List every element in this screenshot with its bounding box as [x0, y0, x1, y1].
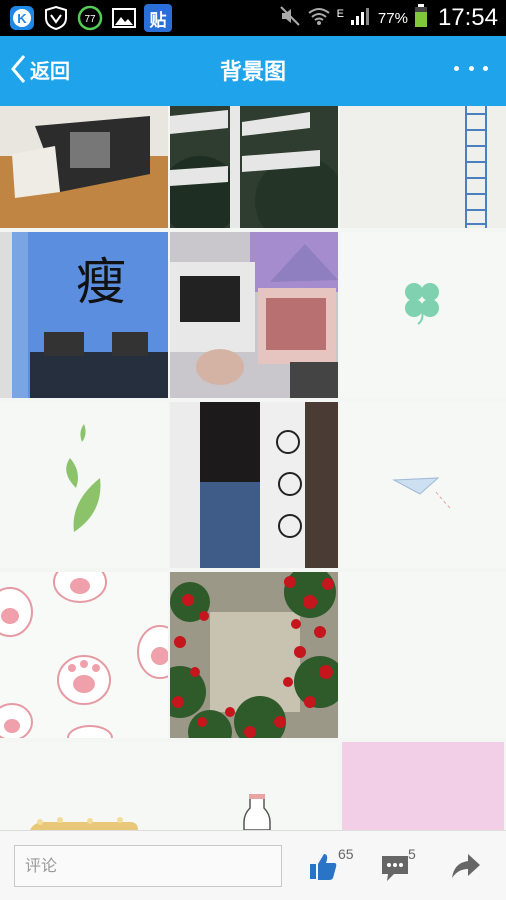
comment-bubble-icon: [382, 856, 408, 881]
like-button[interactable]: 65: [306, 845, 366, 887]
k-app-icon: K: [8, 4, 36, 32]
illustration-paper-plane[interactable]: [340, 402, 506, 568]
battery-percent: 77%: [377, 9, 408, 27]
photo-shou-character-building[interactable]: 瘦: [0, 232, 168, 398]
like-count: 65: [338, 846, 354, 862]
mute-icon: [279, 5, 301, 32]
illustration-cat-paws[interactable]: [0, 572, 168, 738]
photo-signposts-forest[interactable]: [170, 106, 338, 228]
illustration-pink-grid[interactable]: [342, 742, 504, 830]
illustration-falling-leaves[interactable]: [0, 402, 168, 568]
illustration-bottle-crumbs[interactable]: [0, 742, 338, 830]
image-grid: 瘦: [0, 106, 506, 830]
share-arrow-icon: [452, 854, 480, 878]
photo-postcards-laptop[interactable]: [170, 232, 338, 398]
more-icon[interactable]: [454, 56, 488, 80]
comment-input[interactable]: 评论: [14, 845, 282, 887]
clock: 17:54: [437, 4, 498, 31]
v-shield-icon: [42, 4, 70, 32]
tieba-icon-label: 贴: [149, 10, 167, 31]
comment-count: 5: [408, 846, 416, 862]
illustration-clover[interactable]: [340, 232, 506, 398]
network-type-label: E: [336, 7, 344, 20]
photo-sad-face-sleeve[interactable]: [170, 402, 338, 568]
comment-button[interactable]: 5: [378, 845, 424, 887]
svg-text:77: 77: [84, 14, 96, 25]
thumbs-up-icon: [310, 854, 337, 880]
signal-icon: [350, 6, 372, 31]
illustration-blank-mint[interactable]: [340, 572, 506, 738]
photo-red-roses-wall[interactable]: [170, 572, 338, 738]
wifi-icon: [307, 6, 331, 31]
photo-book-table[interactable]: [0, 106, 168, 228]
shou-character: 瘦: [76, 253, 126, 311]
status-right-group: E 77% 17:54: [279, 3, 498, 33]
page-title: 背景图: [219, 60, 286, 85]
status-bar: K 77 贴 E 77% 17:54: [0, 0, 506, 36]
nav-bar: 返回 背景图: [0, 36, 506, 106]
photo-blue-ladder[interactable]: [340, 106, 506, 228]
battery-icon: [414, 3, 428, 33]
gallery-icon: [110, 4, 138, 32]
circle-77-icon: 77: [76, 4, 104, 32]
bottom-bar: 评论 65 5: [0, 830, 506, 900]
svg-text:K: K: [17, 11, 27, 26]
tieba-icon: 贴: [144, 4, 172, 32]
share-button[interactable]: [448, 845, 488, 887]
